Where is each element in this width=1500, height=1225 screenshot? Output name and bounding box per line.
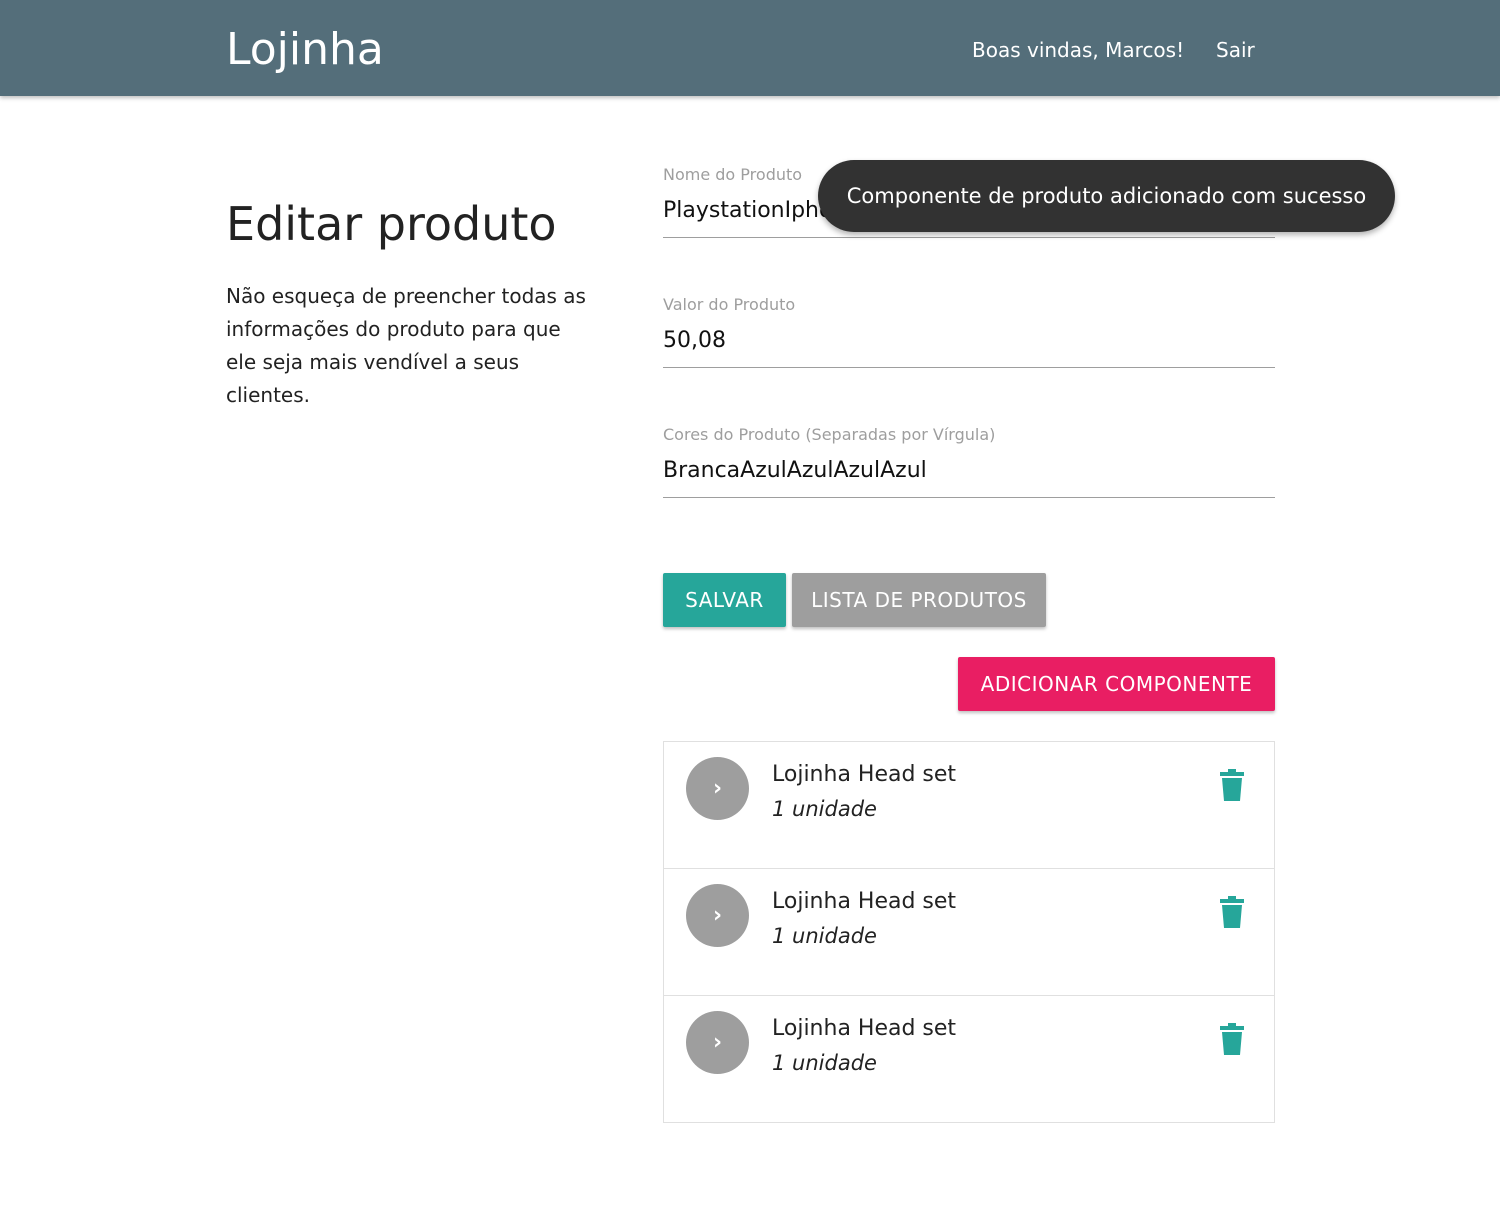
toast-notification: Componente de produto adicionado com suc… (818, 160, 1395, 232)
component-name: Lojinha Head set (772, 889, 957, 914)
trash-icon[interactable] (1220, 769, 1244, 801)
component-quantity: 1 unidade (772, 924, 877, 948)
navbar: Lojinha Boas vindas, Marcos! Sair (0, 0, 1500, 96)
page-description: Não esqueça de preencher todas as inform… (226, 284, 586, 407)
component-item: › Lojinha Head set 1 unidade (664, 869, 1274, 996)
product-price-input[interactable] (663, 316, 1275, 368)
product-colors-input[interactable] (663, 446, 1275, 498)
trash-icon[interactable] (1220, 1023, 1244, 1055)
product-colors-label: Cores do Produto (Separadas por Vírgula) (663, 425, 996, 444)
component-name: Lojinha Head set (772, 1016, 957, 1041)
logout-link[interactable]: Sair (1216, 36, 1255, 64)
chevron-right-icon[interactable]: › (686, 884, 749, 947)
chevron-right-icon[interactable]: › (686, 757, 749, 820)
product-colors-field: Cores do Produto (Separadas por Vírgula) (663, 424, 1275, 498)
add-component-button[interactable]: ADICIONAR COMPONENTE (958, 657, 1275, 711)
product-price-field: Valor do Produto (663, 294, 1275, 368)
component-quantity: 1 unidade (772, 797, 877, 821)
product-list-button[interactable]: LISTA DE PRODUTOS (792, 573, 1046, 627)
product-price-label: Valor do Produto (663, 295, 796, 314)
component-list: › Lojinha Head set 1 unidade › Lojinha H… (663, 741, 1275, 1123)
component-name: Lojinha Head set (772, 762, 957, 787)
brand-logo[interactable]: Lojinha (226, 22, 384, 78)
save-button[interactable]: SALVAR (663, 573, 786, 627)
component-quantity: 1 unidade (772, 1051, 877, 1075)
trash-icon[interactable] (1220, 896, 1244, 928)
page-title: Editar produto (226, 197, 557, 251)
component-item: › Lojinha Head set 1 unidade (664, 742, 1274, 869)
component-item: › Lojinha Head set 1 unidade (664, 996, 1274, 1122)
chevron-right-icon[interactable]: › (686, 1011, 749, 1074)
welcome-message: Boas vindas, Marcos! (972, 38, 1185, 62)
